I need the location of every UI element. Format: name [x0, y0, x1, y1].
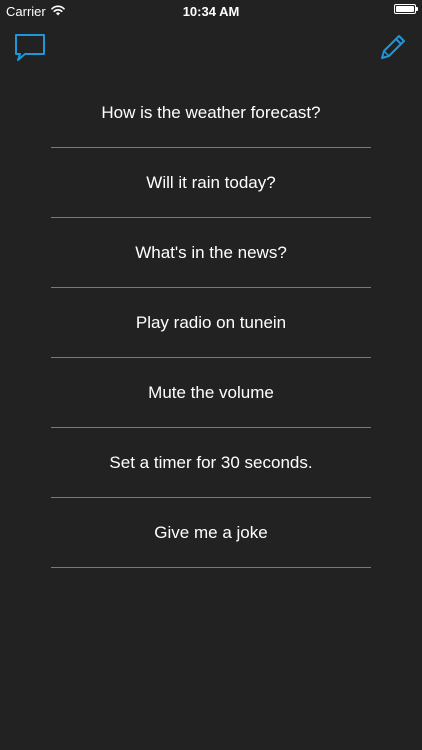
edit-button[interactable] — [374, 30, 410, 66]
command-list: How is the weather forecast? Will it rai… — [51, 78, 371, 568]
command-item-news[interactable]: What's in the news? — [51, 218, 371, 288]
status-right — [394, 4, 418, 14]
status-bar: Carrier 10:34 AM — [0, 0, 422, 22]
command-item-timer[interactable]: Set a timer for 30 seconds. — [51, 428, 371, 498]
command-item-joke[interactable]: Give me a joke — [51, 498, 371, 568]
battery-fill — [396, 6, 414, 12]
pencil-icon — [374, 35, 410, 70]
command-item-rain[interactable]: Will it rain today? — [51, 148, 371, 218]
chat-bubble-icon — [12, 34, 48, 70]
command-item-weather[interactable]: How is the weather forecast? — [51, 78, 371, 148]
chat-button[interactable] — [12, 30, 48, 66]
command-item-mute[interactable]: Mute the volume — [51, 358, 371, 428]
battery-icon — [394, 4, 418, 14]
status-time: 10:34 AM — [182, 4, 240, 19]
command-item-radio[interactable]: Play radio on tunein — [51, 288, 371, 358]
